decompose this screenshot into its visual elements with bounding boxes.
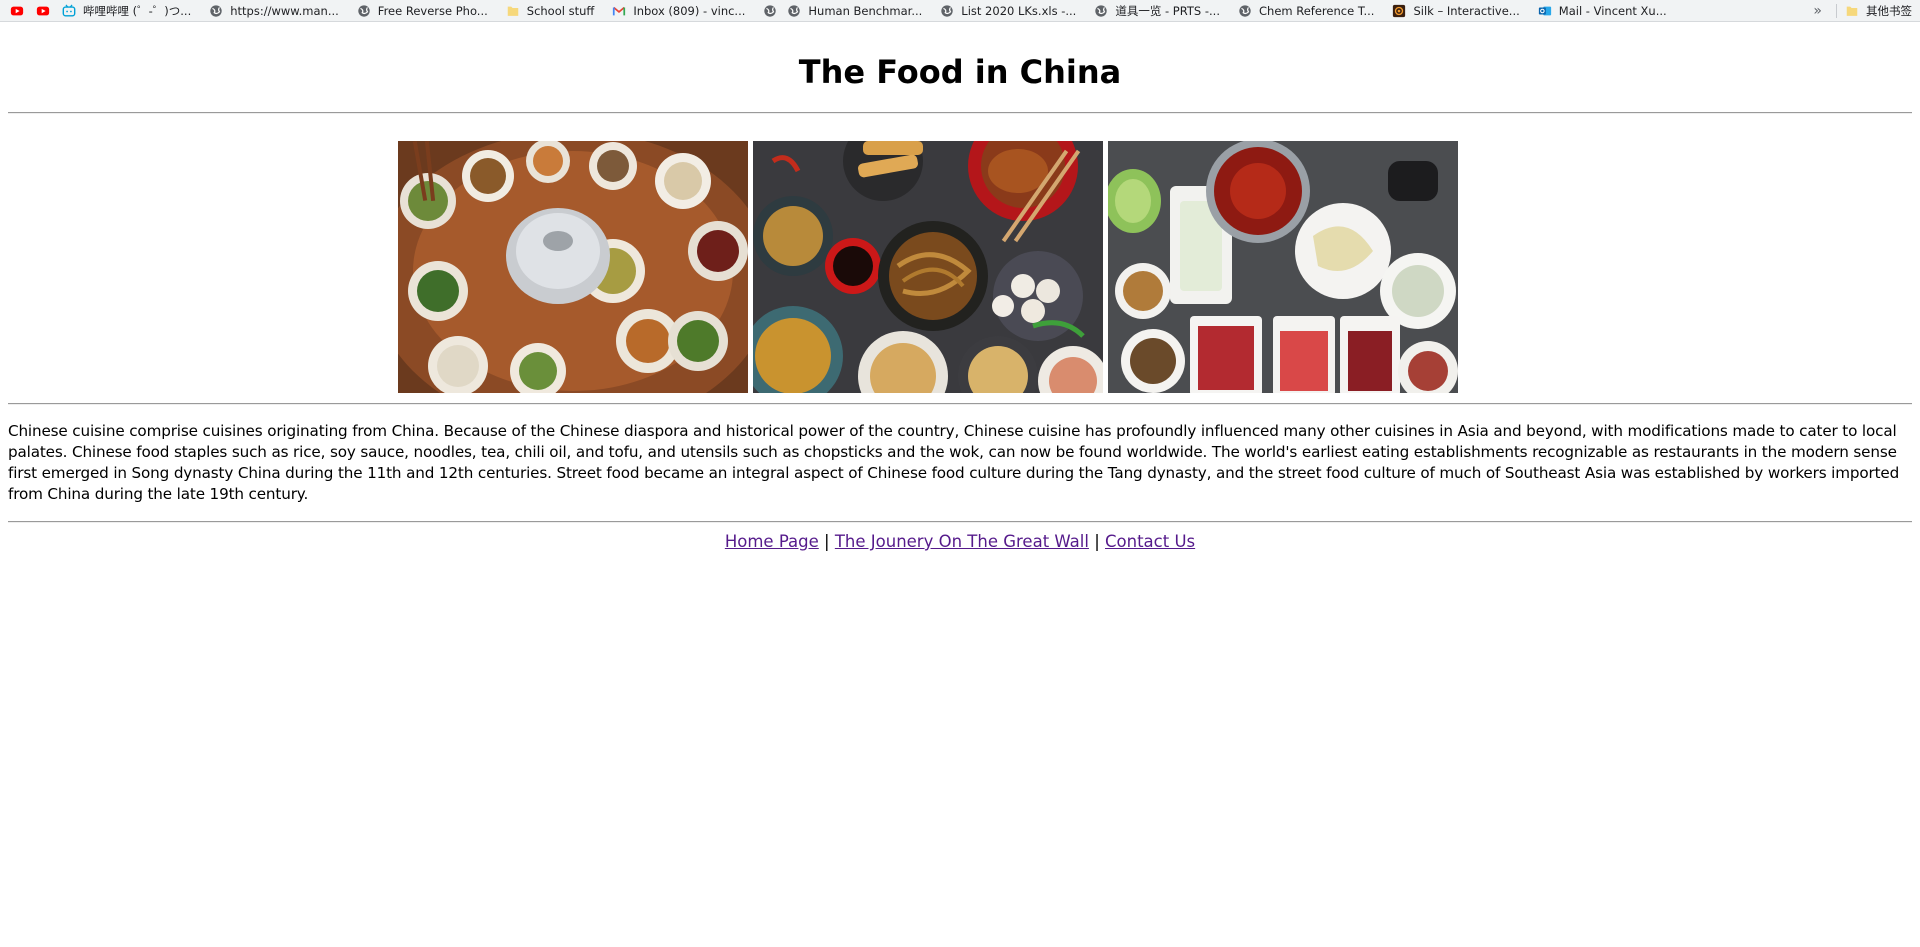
- bookmark-label: Inbox (809) - vinc...: [633, 3, 746, 18]
- globe-icon: [788, 4, 801, 17]
- bookmark-label: 哔哩哔哩 (゜-゜)つ...: [83, 3, 192, 18]
- page-title: The Food in China: [798, 53, 1122, 91]
- youtube-icon: [10, 6, 24, 15]
- bookmark-list-2020[interactable]: List 2020 LKs.xls -...: [940, 4, 1076, 18]
- silk-icon: [1393, 4, 1406, 17]
- bookmark-gmail[interactable]: Inbox (809) - vinc...: [612, 4, 745, 18]
- contact-us-link[interactable]: Contact Us: [1105, 532, 1195, 551]
- bookmark-outlook-mail[interactable]: Mail - Vincent Xu...: [1538, 4, 1667, 18]
- other-bookmarks-folder[interactable]: 其他书签: [1845, 3, 1912, 19]
- bookmark-label: Chem Reference T...: [1259, 3, 1375, 18]
- bookmark-youtube-2[interactable]: [36, 4, 50, 18]
- outlook-icon: [1538, 6, 1551, 15]
- globe-icon: [210, 4, 222, 17]
- great-wall-link[interactable]: The Jounery On The Great Wall: [835, 532, 1089, 551]
- globe-icon: [941, 4, 953, 17]
- food-description: Chinese cuisine comprise cuisines origin…: [8, 422, 1900, 503]
- bookmark-label: 道具一览 - PRTS -...: [1115, 3, 1220, 18]
- bookmark-untitled[interactable]: [763, 4, 777, 18]
- bookmark-silk[interactable]: Silk – Interactive...: [1392, 3, 1520, 18]
- bookmark-school-stuff[interactable]: School stuff: [506, 3, 595, 18]
- bookmark-youtube-1[interactable]: [10, 4, 24, 18]
- globe-icon: [764, 4, 777, 17]
- bookmark-label: School stuff: [526, 3, 595, 18]
- noodles-dumplings-image: [753, 141, 1103, 393]
- footer-nav: Home Page | The Jounery On The Great Wal…: [0, 532, 1920, 552]
- youtube-icon: [36, 6, 50, 15]
- home-page-link[interactable]: Home Page: [725, 532, 819, 551]
- bookmark-man[interactable]: https://www.man...: [209, 4, 339, 18]
- divider-bottom: [8, 521, 1912, 523]
- nav-separator: |: [824, 532, 830, 551]
- nav-separator: |: [1094, 532, 1100, 551]
- bookmark-label: Human Benchmar...: [808, 3, 923, 18]
- spicy-hotpot-image: [1108, 141, 1458, 393]
- globe-icon: [358, 4, 370, 17]
- divider-top: [8, 112, 1912, 114]
- bookmark-label: List 2020 LKs.xls -...: [961, 3, 1077, 18]
- bookmark-label: 其他书签: [1866, 3, 1912, 18]
- bookmark-label: https://www.man...: [230, 3, 339, 18]
- folder-icon: [507, 6, 519, 16]
- bilibili-icon: [62, 3, 76, 17]
- bookmark-label: Silk – Interactive...: [1413, 3, 1520, 18]
- hotpot-banquet-image: [398, 141, 748, 393]
- bookmark-chem-reference[interactable]: Chem Reference T...: [1238, 4, 1374, 18]
- bookmark-label: Mail - Vincent Xu...: [1558, 3, 1667, 18]
- globe-icon: [1095, 4, 1108, 17]
- folder-icon: [1846, 6, 1858, 16]
- bookmark-human-benchmark[interactable]: Human Benchmar...: [787, 4, 922, 18]
- gmail-icon: [613, 6, 626, 15]
- bookmark-reverse-phone[interactable]: Free Reverse Pho...: [357, 4, 488, 18]
- food-gallery: [398, 141, 1458, 393]
- bookmarks-overflow-button[interactable]: »: [1813, 3, 1822, 19]
- bookmarks-bar: 哔哩哔哩 (゜-゜)つ... https://www.man... Free R…: [0, 0, 1920, 22]
- bookmark-bilibili[interactable]: 哔哩哔哩 (゜-゜)つ...: [62, 3, 191, 19]
- globe-icon: [1239, 4, 1251, 17]
- bookmark-prts[interactable]: 道具一览 - PRTS -...: [1094, 3, 1220, 19]
- bookmarks-divider: [1836, 3, 1837, 18]
- bookmark-label: Free Reverse Pho...: [377, 3, 488, 18]
- divider-middle: [8, 403, 1912, 405]
